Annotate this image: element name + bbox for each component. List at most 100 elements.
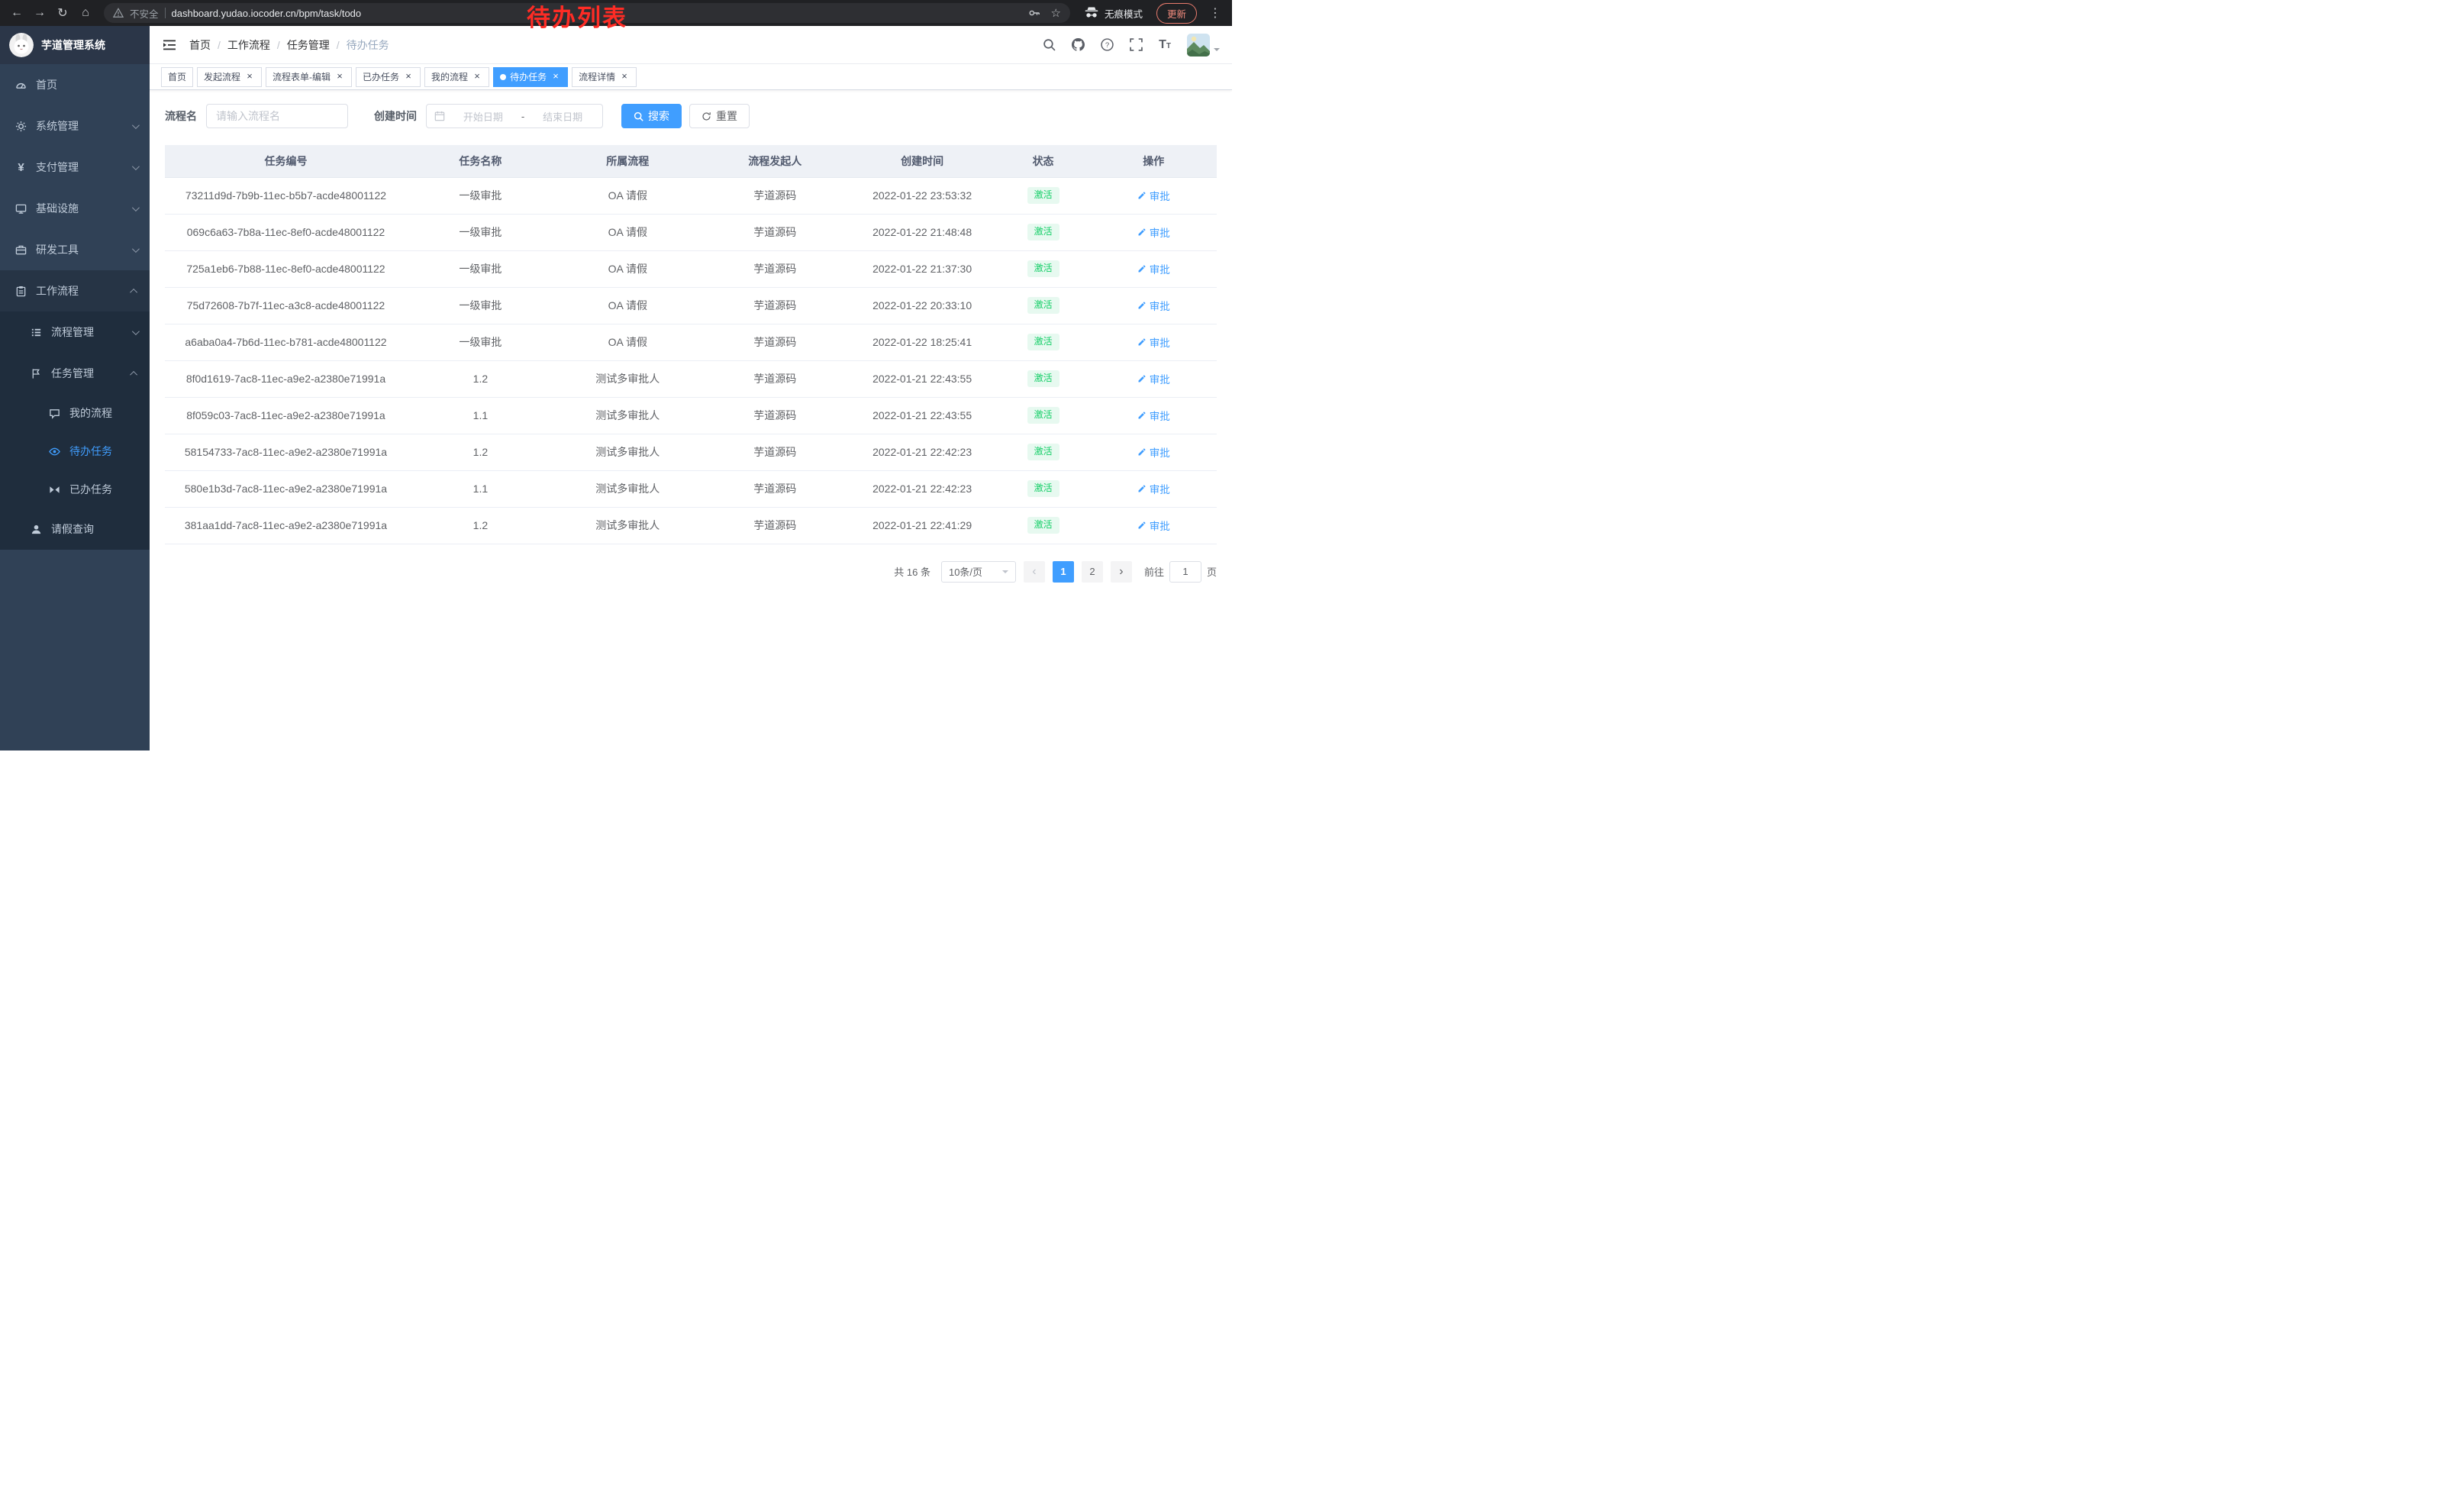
goto-page-input[interactable] xyxy=(1169,561,1201,583)
sidebar-item-system[interactable]: 系统管理 xyxy=(0,105,150,147)
logo-avatar xyxy=(9,33,34,57)
tab-home[interactable]: 首页 xyxy=(161,67,193,87)
table-row: 725a1eb6-7b88-11ec-8ef0-acde48001122 一级审… xyxy=(165,250,1217,287)
sidebar-item-leave-query[interactable]: 请假查询 xyxy=(0,508,150,550)
approve-link[interactable]: 审批 xyxy=(1137,334,1170,350)
approve-link[interactable]: 审批 xyxy=(1137,408,1170,423)
github-icon[interactable] xyxy=(1072,38,1085,51)
sidebar-item-infrastructure[interactable]: 基础设施 xyxy=(0,188,150,229)
sidebar-item-task-management[interactable]: 任务管理 xyxy=(0,353,150,394)
cell-task-id: 580e1b3d-7ac8-11ec-a9e2-a2380e71991a xyxy=(165,470,407,507)
cell-status: 激活 xyxy=(996,324,1091,360)
approve-link[interactable]: 审批 xyxy=(1137,261,1170,276)
cell-create-time: 2022-01-21 22:43:55 xyxy=(849,360,996,397)
fullscreen-icon[interactable] xyxy=(1130,38,1143,51)
end-date-placeholder[interactable]: 结束日期 xyxy=(531,109,595,124)
table-row: 73211d9d-7b9b-11ec-b5b7-acde48001122 一级审… xyxy=(165,177,1217,214)
edit-pen-icon xyxy=(1137,374,1147,383)
cell-create-time: 2022-01-22 23:53:32 xyxy=(849,177,996,214)
approve-link[interactable]: 审批 xyxy=(1137,518,1170,533)
url-text[interactable]: dashboard.yudao.iocoder.cn/bpm/task/todo xyxy=(172,8,362,19)
close-icon[interactable]: × xyxy=(334,72,345,82)
next-page-button[interactable]: › xyxy=(1111,561,1132,583)
browser-home-button[interactable]: ⌂ xyxy=(75,2,96,24)
close-icon[interactable]: × xyxy=(403,72,414,82)
search-icon[interactable] xyxy=(1043,38,1056,51)
cell-initiator: 芋道源码 xyxy=(701,177,849,214)
address-bar[interactable]: 不安全 dashboard.yudao.iocoder.cn/bpm/task/… xyxy=(104,3,1070,23)
browser-forward-button[interactable]: → xyxy=(29,2,50,24)
user-menu[interactable] xyxy=(1187,34,1220,56)
password-key-icon[interactable] xyxy=(1028,7,1040,19)
cell-status: 激活 xyxy=(996,397,1091,434)
table-row: 069c6a63-7b8a-11ec-8ef0-acde48001122 一级审… xyxy=(165,214,1217,250)
sidebar-item-my-process[interactable]: 我的流程 xyxy=(0,394,150,432)
approve-link[interactable]: 审批 xyxy=(1137,371,1170,386)
sidebar-item-todo-tasks[interactable]: 待办任务 xyxy=(0,432,150,470)
page-button-2[interactable]: 2 xyxy=(1082,561,1103,583)
reset-button[interactable]: 重置 xyxy=(689,104,750,128)
close-icon[interactable]: × xyxy=(244,72,255,82)
app-logo[interactable]: 芋道管理系统 xyxy=(0,26,150,64)
approve-link[interactable]: 审批 xyxy=(1137,298,1170,313)
breadcrumb-workflow[interactable]: 工作流程 xyxy=(227,37,270,53)
status-badge: 激活 xyxy=(1027,260,1059,277)
cell-task-id: 069c6a63-7b8a-11ec-8ef0-acde48001122 xyxy=(165,214,407,250)
tab-todo-tasks[interactable]: 待办任务× xyxy=(493,67,568,87)
status-badge: 激活 xyxy=(1027,297,1059,314)
help-icon[interactable]: ? xyxy=(1101,38,1114,51)
calendar-icon xyxy=(434,111,445,121)
tab-my-process[interactable]: 我的流程× xyxy=(424,67,489,87)
status-badge: 激活 xyxy=(1027,187,1059,204)
browser-menu-button[interactable]: ⋮ xyxy=(1205,2,1226,24)
page-size-select[interactable]: 10条/页 xyxy=(941,561,1016,583)
cell-action: 审批 xyxy=(1091,360,1217,397)
chevron-down-icon xyxy=(1214,48,1220,54)
date-range-picker[interactable]: 开始日期 - 结束日期 xyxy=(426,104,603,128)
bookmark-star-icon[interactable]: ☆ xyxy=(1051,8,1061,19)
reload-icon: ↻ xyxy=(57,5,67,21)
tab-process-detail[interactable]: 流程详情× xyxy=(572,67,637,87)
tags-view-bar: 首页 发起流程× 流程表单-编辑× 已办任务× 我的流程× 待办任务× 流程详情… xyxy=(150,64,1232,90)
page-button-1[interactable]: 1 xyxy=(1053,561,1074,583)
update-button[interactable]: 更新 xyxy=(1156,3,1197,24)
browser-reload-button[interactable]: ↻ xyxy=(52,2,73,24)
cell-task-name: 一级审批 xyxy=(407,287,554,324)
tab-form-edit[interactable]: 流程表单-编辑× xyxy=(266,67,352,87)
close-icon[interactable]: × xyxy=(472,72,482,82)
list-icon xyxy=(31,327,42,338)
chevron-up-icon xyxy=(130,370,137,378)
close-icon[interactable]: × xyxy=(550,72,561,82)
approve-link[interactable]: 审批 xyxy=(1137,224,1170,240)
sidebar-item-workflow[interactable]: 工作流程 xyxy=(0,270,150,311)
browser-back-button[interactable]: ← xyxy=(6,2,27,24)
chat-bubble-icon xyxy=(49,408,60,419)
app: 芋道管理系统 首页 系统管理 ¥ 支付管理 基础设施 xyxy=(0,26,1232,750)
sidebar-item-process-management[interactable]: 流程管理 xyxy=(0,311,150,353)
refresh-icon xyxy=(701,111,711,121)
approve-link[interactable]: 审批 xyxy=(1137,444,1170,460)
approve-link[interactable]: 审批 xyxy=(1137,188,1170,203)
tab-done-tasks[interactable]: 已办任务× xyxy=(356,67,421,87)
status-badge: 激活 xyxy=(1027,334,1059,350)
edit-pen-icon xyxy=(1137,191,1147,200)
table-header-row: 任务编号 任务名称 所属流程 流程发起人 创建时间 状态 操作 xyxy=(165,145,1217,177)
sidebar-item-home[interactable]: 首页 xyxy=(0,64,150,105)
breadcrumb-task-management[interactable]: 任务管理 xyxy=(287,37,330,53)
security-label[interactable]: 不安全 xyxy=(130,6,159,21)
cell-task-name: 一级审批 xyxy=(407,324,554,360)
search-button[interactable]: 搜索 xyxy=(621,104,682,128)
sidebar-item-done-tasks[interactable]: 已办任务 xyxy=(0,470,150,508)
start-date-placeholder[interactable]: 开始日期 xyxy=(451,109,515,124)
close-icon[interactable]: × xyxy=(619,72,630,82)
sidebar-item-payment[interactable]: ¥ 支付管理 xyxy=(0,147,150,188)
breadcrumb-home[interactable]: 首页 xyxy=(189,37,211,53)
edit-pen-icon xyxy=(1137,411,1147,420)
font-size-icon[interactable]: TT xyxy=(1159,39,1171,51)
sidebar-item-devtools[interactable]: 研发工具 xyxy=(0,229,150,270)
tab-start-process[interactable]: 发起流程× xyxy=(197,67,262,87)
approve-link[interactable]: 审批 xyxy=(1137,481,1170,496)
process-name-input[interactable] xyxy=(206,104,348,128)
sidebar-collapse-icon[interactable] xyxy=(162,37,177,53)
prev-page-button[interactable]: ‹ xyxy=(1024,561,1045,583)
